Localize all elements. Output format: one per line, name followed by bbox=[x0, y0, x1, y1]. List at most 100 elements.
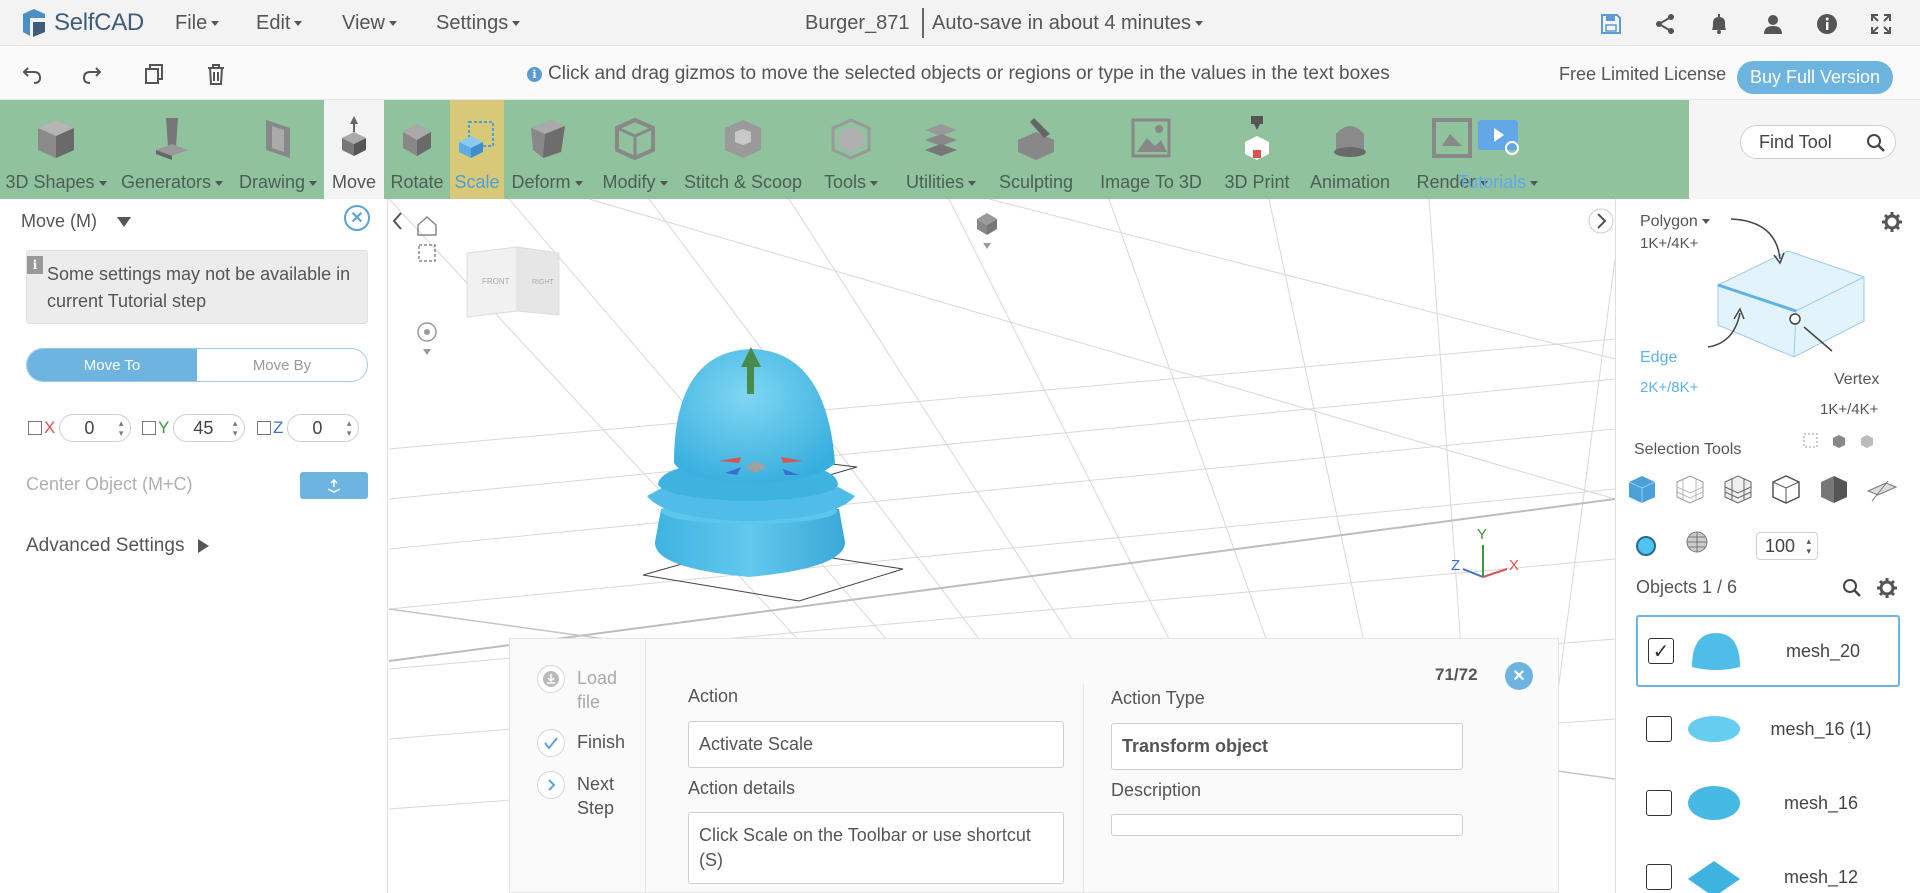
object-row[interactable]: mesh_16 bbox=[1636, 767, 1900, 839]
menu-file[interactable]: File bbox=[175, 12, 219, 35]
edge-label[interactable]: Edge bbox=[1640, 349, 1677, 367]
object-row[interactable]: mesh_12 bbox=[1636, 841, 1900, 893]
tool-animation[interactable]: Animation bbox=[1298, 100, 1402, 199]
move-to-button[interactable]: Move To bbox=[27, 349, 197, 381]
tool-drawing[interactable]: Drawing bbox=[232, 100, 324, 199]
move-by-button[interactable]: Move By bbox=[197, 349, 367, 381]
color-select-icon[interactable] bbox=[1636, 536, 1656, 556]
share-icon[interactable] bbox=[1651, 10, 1679, 38]
select-region-icon[interactable] bbox=[1801, 431, 1821, 451]
search-icon[interactable] bbox=[1865, 132, 1887, 159]
bell-icon[interactable] bbox=[1705, 10, 1733, 38]
move-icon bbox=[342, 116, 366, 156]
autosave-status[interactable]: Auto-save in about 4 minutes bbox=[932, 12, 1203, 35]
collapse-left-icon[interactable] bbox=[392, 212, 402, 230]
info-icon[interactable] bbox=[1813, 10, 1841, 38]
tool-3d-print[interactable]: 3D Print bbox=[1216, 100, 1298, 199]
box-select-icon[interactable] bbox=[1768, 471, 1804, 507]
tool-tools[interactable]: Tools bbox=[806, 100, 896, 199]
action-field[interactable]: Activate Scale bbox=[688, 721, 1064, 768]
tool-generators[interactable]: Generators bbox=[112, 100, 232, 199]
step-finish[interactable]: Finish bbox=[537, 729, 625, 757]
deform-icon bbox=[531, 120, 565, 158]
tool-scale[interactable]: Scale bbox=[450, 100, 504, 199]
grid-select-icon[interactable] bbox=[1720, 471, 1756, 507]
tool-image-to-3d[interactable]: Image To 3D bbox=[1086, 100, 1216, 199]
copy-icon[interactable] bbox=[140, 60, 168, 88]
selection-percent-input[interactable]: 100 bbox=[1756, 532, 1818, 560]
menu-settings[interactable]: Settings bbox=[436, 12, 520, 35]
step-label: Finish bbox=[577, 732, 626, 752]
vertex-label[interactable]: Vertex bbox=[1834, 371, 1879, 389]
utilities-icon bbox=[925, 124, 957, 156]
tool-rotate[interactable]: Rotate bbox=[384, 100, 450, 199]
tool-sculpting[interactable]: Sculpting bbox=[986, 100, 1086, 199]
orbit-icon[interactable] bbox=[417, 322, 437, 355]
tool-move[interactable]: Move bbox=[324, 100, 384, 199]
document-title[interactable]: Burger_871 bbox=[805, 12, 910, 35]
axis-y-checkbox[interactable] bbox=[142, 421, 156, 435]
find-tool-input[interactable]: Find Tool bbox=[1740, 125, 1896, 159]
axis-x-checkbox[interactable] bbox=[28, 421, 42, 435]
user-icon[interactable] bbox=[1759, 10, 1787, 38]
hint-text: Click and drag gizmos to move the select… bbox=[548, 63, 1390, 84]
panel-title[interactable]: Move (M) bbox=[21, 211, 131, 232]
tool-stitch-scoop[interactable]: Stitch & Scoop bbox=[680, 100, 806, 199]
save-icon[interactable] bbox=[1597, 10, 1625, 38]
logo[interactable]: SelfCAD bbox=[20, 6, 144, 40]
object-row[interactable]: ✓ mesh_20 bbox=[1636, 615, 1900, 687]
wire-select-icon[interactable] bbox=[1672, 471, 1708, 507]
action-type-field[interactable]: Transform object bbox=[1111, 723, 1463, 770]
undo-icon[interactable] bbox=[18, 60, 46, 88]
collapse-triangle-icon[interactable] bbox=[117, 216, 131, 227]
axis-y-input[interactable]: 45 bbox=[173, 414, 246, 442]
collapse-right-icon[interactable] bbox=[1588, 208, 1614, 234]
object-checkbox[interactable] bbox=[1646, 864, 1672, 890]
camera-icon[interactable] bbox=[977, 213, 997, 249]
view-cube[interactable]: FRONT RIGHT bbox=[466, 246, 560, 318]
fit-view-icon[interactable] bbox=[418, 244, 436, 262]
half-select-icon[interactable] bbox=[1816, 471, 1852, 507]
action-details-field[interactable]: Click Scale on the Toolbar or use shortc… bbox=[688, 812, 1064, 884]
cube-select-icon[interactable] bbox=[1624, 471, 1660, 507]
tool-3d-shapes[interactable]: 3D Shapes bbox=[0, 100, 112, 199]
sphere-select-icon[interactable] bbox=[1680, 525, 1714, 559]
select-group-icon[interactable] bbox=[1857, 431, 1877, 451]
menu-edit[interactable]: Edit bbox=[256, 12, 302, 35]
description-field[interactable] bbox=[1111, 814, 1463, 836]
close-icon[interactable]: ✕ bbox=[1505, 662, 1533, 690]
select-object-icon[interactable] bbox=[1829, 431, 1849, 451]
tool-label: Sculpting bbox=[998, 172, 1074, 192]
axis-x-input[interactable]: 0 bbox=[59, 414, 132, 442]
burger-mesh[interactable] bbox=[642, 347, 904, 602]
object-checkbox[interactable] bbox=[1646, 716, 1672, 742]
close-icon[interactable]: ✕ bbox=[344, 205, 370, 231]
object-checkbox[interactable]: ✓ bbox=[1648, 638, 1674, 664]
step-counter: 71/72 bbox=[1435, 665, 1478, 684]
axis-z-input[interactable]: 0 bbox=[287, 414, 360, 442]
center-object-button[interactable] bbox=[300, 472, 368, 499]
step-next[interactable]: Next Step bbox=[537, 771, 627, 820]
tutorials-icon bbox=[1478, 120, 1519, 155]
tool-tutorials[interactable]: Tutorials bbox=[1430, 100, 1530, 199]
action-type-label: Action Type bbox=[1111, 688, 1205, 708]
delete-icon[interactable] bbox=[202, 60, 230, 88]
search-icon[interactable] bbox=[1841, 577, 1863, 604]
gear-icon[interactable] bbox=[1876, 577, 1898, 604]
advanced-settings-toggle[interactable]: Advanced Settings bbox=[26, 535, 210, 557]
selection-mode-cube[interactable] bbox=[1676, 215, 1896, 375]
axis-z-checkbox[interactable] bbox=[257, 421, 271, 435]
fullscreen-icon[interactable] bbox=[1867, 10, 1895, 38]
tool-utilities[interactable]: Utilities bbox=[896, 100, 986, 199]
redo-icon[interactable] bbox=[78, 60, 106, 88]
plane-select-icon[interactable] bbox=[1864, 471, 1900, 507]
menu-view[interactable]: View bbox=[342, 12, 397, 35]
tool-deform[interactable]: Deform bbox=[504, 100, 590, 199]
step-load-file[interactable]: Load file bbox=[537, 665, 629, 714]
home-icon[interactable] bbox=[417, 215, 437, 236]
object-checkbox[interactable] bbox=[1646, 790, 1672, 816]
tutorial-step-dialog: Load file Finish Next Step Action Activa… bbox=[509, 638, 1559, 893]
buy-full-version-button[interactable]: Buy Full Version bbox=[1737, 61, 1893, 94]
tool-modify[interactable]: Modify bbox=[590, 100, 680, 199]
object-row[interactable]: mesh_16 (1) bbox=[1636, 693, 1900, 765]
